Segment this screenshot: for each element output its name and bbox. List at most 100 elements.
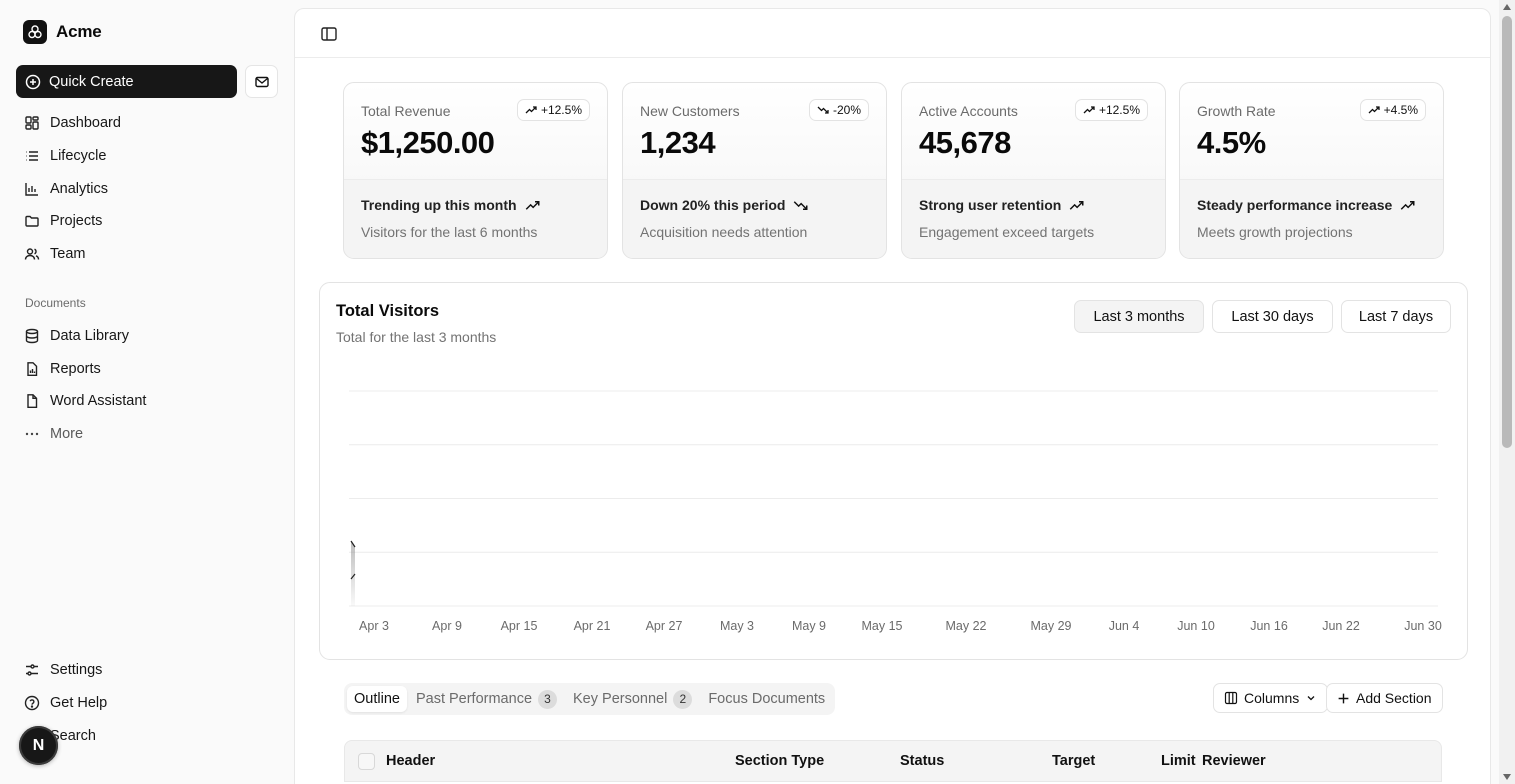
- trending-up-icon: [1401, 200, 1415, 210]
- range-last-7-days-button[interactable]: Last 7 days: [1341, 300, 1451, 333]
- acme-logo-icon: [23, 20, 47, 44]
- card-footer: Strong user retention Engagement exceed …: [902, 179, 1165, 258]
- x-axis-tick-label: Jun 4: [1109, 619, 1140, 633]
- kpi-card-active-accounts: Active Accounts +12.5% 45,678 Strong use…: [901, 82, 1166, 259]
- x-axis-tick-label: Jun 16: [1250, 619, 1288, 633]
- sidebar-item-word-assistant[interactable]: Word Assistant: [16, 387, 278, 415]
- x-axis-tick-label: Jun 22: [1322, 619, 1360, 633]
- column-header-limit[interactable]: Limit: [1161, 753, 1196, 769]
- sidebar-item-label: Team: [50, 246, 86, 262]
- tab-past-performance[interactable]: Past Performance 3: [409, 686, 564, 712]
- chevron-down-icon: [1307, 696, 1315, 701]
- section-tabs: Outline Past Performance 3 Key Personnel 2…: [344, 683, 836, 715]
- trend-badge: +12.5%: [516, 99, 590, 121]
- range-last-30-days-button[interactable]: Last 30 days: [1212, 300, 1333, 333]
- sidebar-item-get-help[interactable]: Get Help: [16, 689, 278, 717]
- columns-label: Columns: [1244, 690, 1300, 706]
- mail-icon: [254, 76, 269, 87]
- file-icon: [27, 394, 38, 408]
- x-axis-tick-label: May 3: [720, 619, 754, 633]
- x-axis-tick-label: May 15: [862, 619, 903, 633]
- card-trend: Down 20% this period: [640, 197, 808, 213]
- tab-count-badge: 3: [538, 689, 558, 709]
- scroll-up-arrow-icon[interactable]: [1503, 4, 1511, 10]
- badge-value: +4.5%: [1383, 103, 1418, 117]
- quick-create-label: Quick Create: [49, 73, 134, 90]
- sidebar-item-data-library[interactable]: Data Library: [16, 322, 278, 350]
- card-footer: Down 20% this period Acquisition needs a…: [623, 179, 886, 258]
- card-label: New Customers: [640, 103, 740, 119]
- sidebar-item-reports[interactable]: Reports: [16, 355, 278, 383]
- tab-focus-documents[interactable]: Focus Documents: [701, 686, 832, 712]
- x-axis-tick-label: Apr 27: [646, 619, 683, 633]
- sidebar-item-projects[interactable]: Projects: [16, 207, 278, 235]
- card-label: Active Accounts: [919, 103, 1018, 119]
- sidebar-item-lifecycle[interactable]: Lifecycle: [16, 142, 278, 170]
- trend-badge: -20%: [808, 99, 869, 121]
- trending-down-icon: [794, 200, 808, 210]
- x-axis-tick-label: Jun 10: [1177, 619, 1215, 633]
- select-all-checkbox[interactable]: [358, 753, 375, 770]
- sidebar-toggle-icon[interactable]: [320, 25, 338, 43]
- badge-value: +12.5%: [1098, 103, 1140, 117]
- x-axis-tick-label: Apr 21: [574, 619, 611, 633]
- sidebar-item-team[interactable]: Team: [16, 240, 278, 268]
- column-header-status[interactable]: Status: [900, 753, 944, 769]
- sidebar-item-settings[interactable]: Settings: [16, 656, 278, 684]
- total-visitors-card: Total Visitors Total for the last 3 mont…: [319, 282, 1468, 660]
- trending-up-icon: [525, 200, 540, 210]
- column-header-reviewer[interactable]: Reviewer: [1202, 753, 1266, 769]
- scrollbar-thumb[interactable]: [1502, 16, 1512, 448]
- kpi-card-total-revenue: Total Revenue +12.5% $1,250.00 Trending …: [343, 82, 608, 259]
- card-subtext: Acquisition needs attention: [640, 224, 808, 240]
- card-trend: Strong user retention: [919, 197, 1084, 213]
- brand[interactable]: Acme: [23, 20, 102, 44]
- brand-name: Acme: [56, 22, 102, 41]
- card-subtext: Engagement exceed targets: [919, 224, 1095, 240]
- scroll-down-arrow-icon[interactable]: [1503, 774, 1511, 780]
- column-header-header[interactable]: Header: [386, 753, 435, 769]
- page-scrollbar[interactable]: [1499, 0, 1515, 784]
- x-axis-tick-label: Apr 9: [432, 619, 462, 633]
- card-trend-text: Strong user retention: [919, 197, 1062, 213]
- table-header-row: Header Section Type Status Target Limit …: [344, 740, 1442, 782]
- card-trend-text: Down 20% this period: [640, 197, 786, 213]
- avatar[interactable]: N: [19, 726, 58, 765]
- card-footer: Trending up this month Visitors for the …: [344, 179, 607, 258]
- add-section-button[interactable]: Add Section: [1326, 683, 1443, 713]
- card-subtext: Meets growth projections: [1197, 224, 1353, 240]
- columns-button[interactable]: Columns: [1213, 683, 1329, 713]
- trending-up-icon: [1083, 106, 1095, 114]
- dashboard-icon: [25, 116, 39, 130]
- sidebar-item-label: Reports: [50, 361, 101, 377]
- sidebar-item-label: Dashboard: [50, 115, 121, 131]
- trending-up-icon: [525, 106, 537, 114]
- card-label: Growth Rate: [1197, 103, 1276, 119]
- sidebar-item-label: Projects: [50, 213, 103, 229]
- database-icon: [25, 328, 39, 344]
- sidebar-item-dashboard[interactable]: Dashboard: [16, 109, 278, 137]
- visitors-area-chart[interactable]: Apr 3 Apr 9 Apr 15 Apr 21 Apr 27 May 3 May 9 Ma…: [320, 363, 1467, 633]
- quick-create-button[interactable]: Quick Create: [16, 65, 237, 98]
- tab-label: Focus Documents: [708, 691, 826, 707]
- help-icon: [24, 695, 40, 711]
- list-icon: [26, 151, 38, 161]
- sidebar-item-analytics[interactable]: Analytics: [16, 175, 278, 203]
- x-axis-tick-label: May 22: [946, 619, 987, 633]
- column-header-target[interactable]: Target: [1052, 753, 1095, 769]
- plus-icon: [1338, 693, 1349, 703]
- tab-outline[interactable]: Outline: [347, 686, 407, 712]
- range-last-3-months-button[interactable]: Last 3 months: [1074, 300, 1204, 333]
- sidebar-item-label: Word Assistant: [50, 393, 147, 409]
- sidebar-item-more[interactable]: More: [16, 420, 278, 448]
- x-axis-tick-label: Apr 3: [359, 619, 389, 633]
- badge-value: +12.5%: [540, 103, 582, 117]
- top-bar: [295, 9, 1490, 58]
- main-panel: Total Revenue +12.5% $1,250.00 Trending …: [294, 8, 1491, 784]
- inbox-button[interactable]: [245, 65, 278, 98]
- sidebar-item-label: Analytics: [50, 181, 109, 197]
- column-header-section-type[interactable]: Section Type: [735, 753, 824, 769]
- plus-circle-icon: [25, 74, 41, 89]
- tab-key-personnel[interactable]: Key Personnel 2: [566, 686, 699, 712]
- kpi-card-new-customers: New Customers -20% 1,234 Down 20% this p…: [622, 82, 887, 259]
